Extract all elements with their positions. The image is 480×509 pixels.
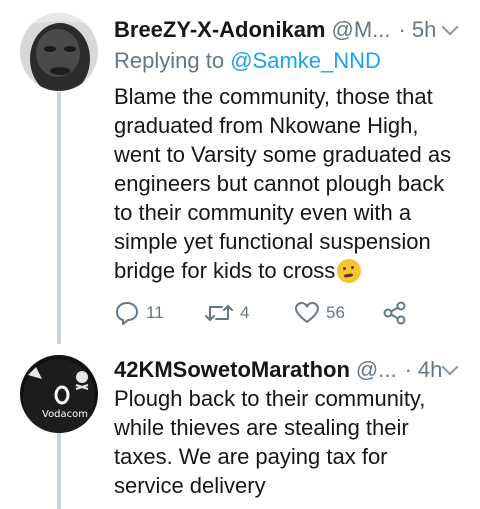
- timestamp[interactable]: 5h: [412, 17, 436, 43]
- avatar-photo: [20, 13, 98, 91]
- separator-dot: ·: [404, 357, 412, 382]
- tweet-actions: 11 4 56: [114, 298, 460, 328]
- timestamp[interactable]: 4h: [418, 357, 442, 383]
- replying-to-mention[interactable]: @Samke_NND: [230, 48, 381, 73]
- like-button[interactable]: 56: [294, 298, 345, 328]
- tweet[interactable]: Vodacom 42KMSowetoMarathon @... · 4h Plo…: [0, 344, 480, 509]
- replying-to-label: Replying to: [114, 48, 225, 73]
- reply-button[interactable]: 11: [114, 298, 164, 328]
- replying-to: Replying to @Samke_NND: [114, 48, 381, 74]
- avatar[interactable]: Vodacom: [20, 355, 98, 433]
- heart-icon: [295, 302, 319, 323]
- tweet[interactable]: BreeZY-X-Adonikam @M... · 5h Replying to…: [0, 0, 480, 344]
- display-name[interactable]: BreeZY-X-Adonikam: [114, 17, 326, 43]
- username-handle[interactable]: @M...: [332, 17, 391, 43]
- tweet-text-content: Plough back to their community, while th…: [114, 386, 426, 498]
- tweet-text: Blame the community, those that graduate…: [114, 82, 460, 285]
- share-icon: [383, 301, 406, 325]
- tweet-header: BreeZY-X-Adonikam @M... · 5h: [114, 14, 480, 46]
- like-count: 56: [326, 303, 345, 322]
- jersey-sponsor-text: Vodacom: [42, 409, 88, 420]
- retweet-button[interactable]: 4: [204, 298, 249, 328]
- chevron-down-icon[interactable]: [441, 358, 459, 376]
- reply-icon: [116, 302, 138, 325]
- display-name[interactable]: 42KMSowetoMarathon: [114, 357, 350, 383]
- reply-count: 11: [146, 303, 164, 322]
- retweet-icon: [205, 305, 233, 321]
- chevron-down-icon[interactable]: [441, 18, 459, 36]
- tweet-text-content: Blame the community, those that graduate…: [114, 84, 452, 283]
- tweet-header: 42KMSowetoMarathon @... · 4h: [114, 354, 480, 386]
- avatar-photo: Vodacom: [20, 355, 98, 433]
- tweet-text: Plough back to their community, while th…: [114, 384, 460, 500]
- thinking-face-icon: [337, 259, 362, 283]
- retweet-count: 4: [240, 303, 250, 322]
- separator-dot: ·: [398, 17, 406, 42]
- share-button[interactable]: [382, 298, 408, 328]
- avatar[interactable]: [20, 13, 98, 91]
- username-handle[interactable]: @...: [356, 357, 397, 383]
